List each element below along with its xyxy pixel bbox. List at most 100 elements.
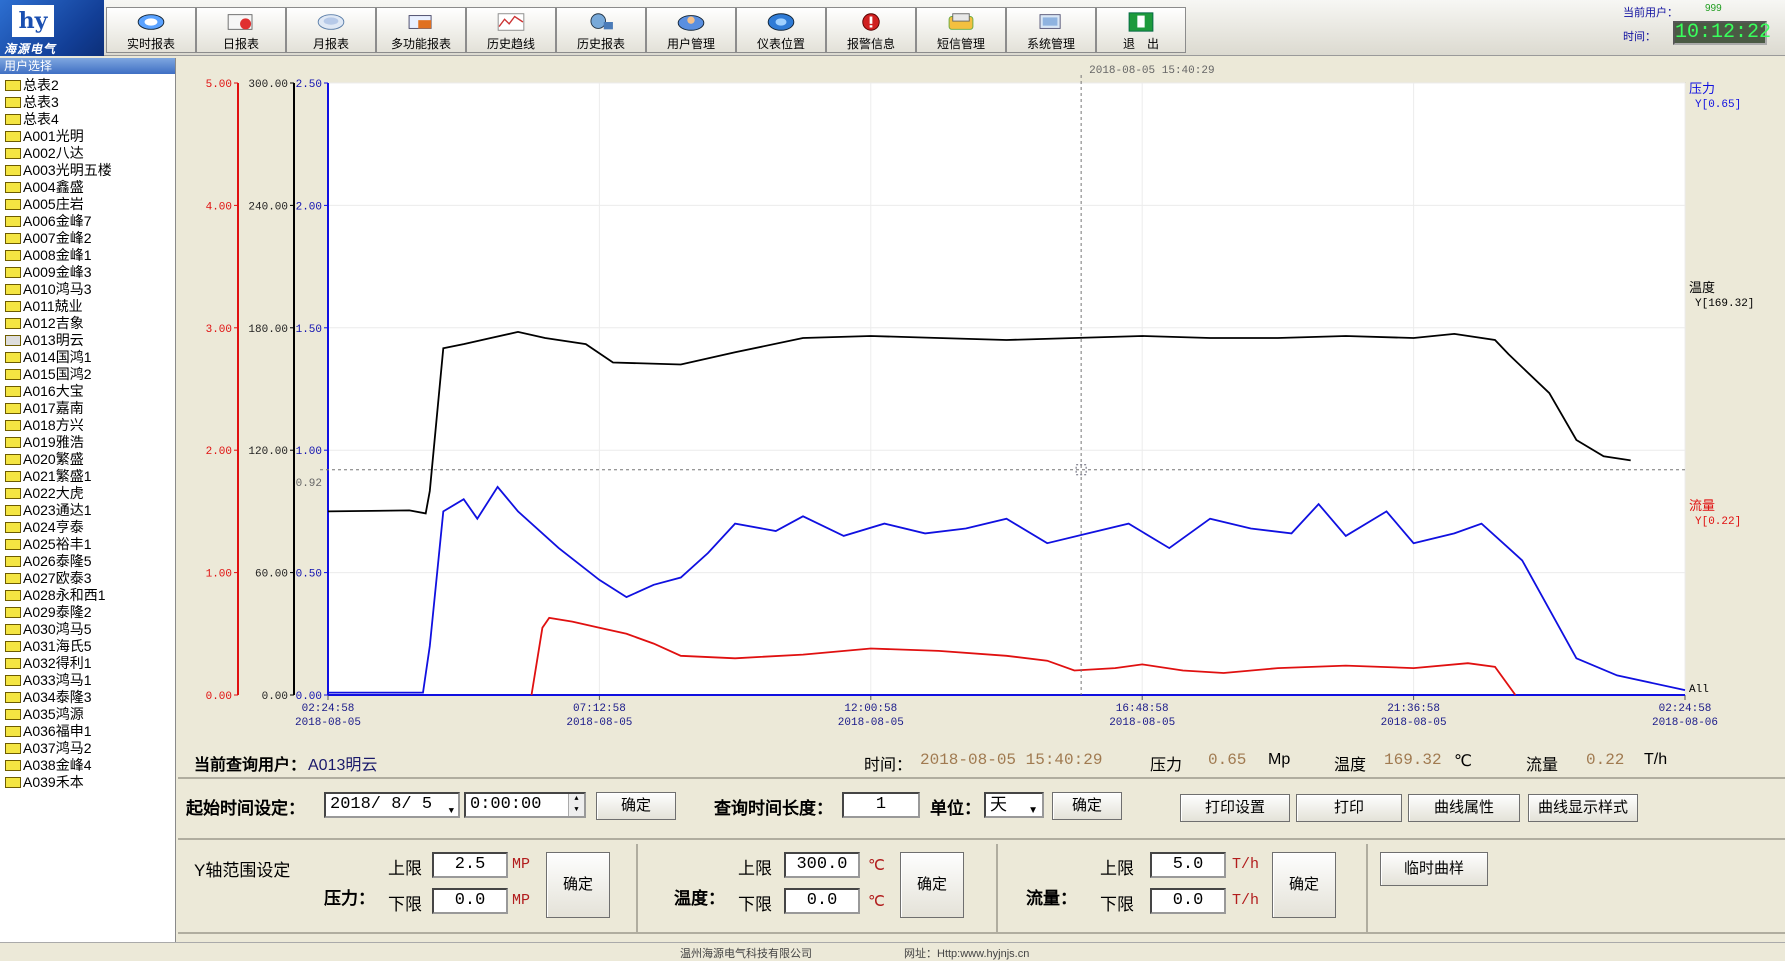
toolbar-button-11[interactable]: 退 出 bbox=[1096, 7, 1186, 53]
user-list-item[interactable]: A030鸿马5 bbox=[0, 621, 175, 638]
duration-confirm-button[interactable]: 确定 bbox=[1052, 792, 1122, 820]
user-list-item[interactable]: A020繁盛 bbox=[0, 451, 175, 468]
user-list-item[interactable]: A016大宝 bbox=[0, 383, 175, 400]
user-list-item[interactable]: A005庄岩 bbox=[0, 196, 175, 213]
toolbar-button-0[interactable]: 实时报表 bbox=[106, 7, 196, 53]
user-list-item[interactable]: A008金峰1 bbox=[0, 247, 175, 264]
user-list-item[interactable]: A028永和西1 bbox=[0, 587, 175, 604]
flow-upper-input[interactable]: 5.0 bbox=[1150, 852, 1226, 878]
user-list-label: A023通达1 bbox=[23, 502, 92, 518]
toolbar-button-1[interactable]: 日报表 bbox=[196, 7, 286, 53]
user-list-item[interactable]: A017嘉南 bbox=[0, 400, 175, 417]
user-list-item[interactable]: A023通达1 bbox=[0, 502, 175, 519]
pressure-confirm-button[interactable]: 确定 bbox=[546, 852, 610, 918]
start-confirm-button[interactable]: 确定 bbox=[596, 792, 676, 820]
x-date-label: 2018-08-06 bbox=[1652, 717, 1718, 729]
temp-confirm-button[interactable]: 确定 bbox=[900, 852, 964, 918]
temp-curve-button[interactable]: 临时曲样 bbox=[1380, 852, 1488, 886]
flow-upper-unit: T/h bbox=[1232, 856, 1260, 873]
pressure-upper-input[interactable]: 2.5 bbox=[432, 852, 508, 878]
user-list-item[interactable]: A006金峰7 bbox=[0, 213, 175, 230]
user-list-item[interactable]: A031海氏5 bbox=[0, 638, 175, 655]
user-list-item[interactable]: A033鸿马1 bbox=[0, 672, 175, 689]
user-list-item[interactable]: A018方兴 bbox=[0, 417, 175, 434]
user-list-item[interactable]: A029泰隆2 bbox=[0, 604, 175, 621]
user-list-item[interactable]: A002八达 bbox=[0, 145, 175, 162]
spin-down-icon[interactable]: ▼ bbox=[569, 805, 584, 816]
user-list-label: A020繁盛 bbox=[23, 451, 84, 467]
user-list-item[interactable]: A025裕丰1 bbox=[0, 536, 175, 553]
folder-icon bbox=[5, 267, 21, 278]
user-list-item[interactable]: A012吉象 bbox=[0, 315, 175, 332]
toolbar-button-6[interactable]: 用户管理 bbox=[646, 7, 736, 53]
user-list-item[interactable]: A039禾本 bbox=[0, 774, 175, 791]
spin-up-icon[interactable]: ▲ bbox=[569, 794, 584, 805]
user-list-item[interactable]: A010鸿马3 bbox=[0, 281, 175, 298]
date-dropdown-icon[interactable]: ▼ bbox=[449, 800, 454, 822]
y-range-controls: Y轴范围设定 压力： 上限 2.5 MP 下限 0.0 MP 确定 温度： 上限… bbox=[178, 838, 1785, 934]
user-list-item[interactable]: A011兢业 bbox=[0, 298, 175, 315]
start-date-picker[interactable]: 2018/ 8/ 5 ▼ bbox=[324, 792, 460, 818]
monthly-report-icon bbox=[317, 14, 345, 30]
user-list-item[interactable]: A009金峰3 bbox=[0, 264, 175, 281]
user-list-item[interactable]: A014国鸿1 bbox=[0, 349, 175, 366]
user-list-item[interactable]: A038金峰4 bbox=[0, 757, 175, 774]
folder-icon bbox=[5, 590, 21, 601]
user-list-item[interactable]: A036福申1 bbox=[0, 723, 175, 740]
temp-lower-input[interactable]: 0.0 bbox=[784, 888, 860, 914]
y-tick-label: 2.00 bbox=[206, 446, 232, 458]
user-list-label: A029泰隆2 bbox=[23, 604, 92, 620]
y-tick-label: 180.00 bbox=[248, 324, 288, 336]
curve-style-button[interactable]: 曲线显示样式 bbox=[1528, 794, 1638, 822]
duration-input[interactable]: 1 bbox=[842, 792, 920, 818]
toolbar-button-3[interactable]: 多功能报表 bbox=[376, 7, 466, 53]
unit-select[interactable]: 天 ▼ bbox=[984, 792, 1044, 818]
folder-icon bbox=[5, 80, 21, 91]
user-list-item[interactable]: A035鸿源 bbox=[0, 706, 175, 723]
flow-confirm-button[interactable]: 确定 bbox=[1272, 852, 1336, 918]
print-button[interactable]: 打印 bbox=[1296, 794, 1402, 822]
user-list-item[interactable]: 总表4 bbox=[0, 111, 175, 128]
toolbar-button-4[interactable]: 历史趋线 bbox=[466, 7, 556, 53]
user-list-item[interactable]: A024亨泰 bbox=[0, 519, 175, 536]
user-list-label: A012吉象 bbox=[23, 315, 84, 331]
user-list-item[interactable]: A026泰隆5 bbox=[0, 553, 175, 570]
flow-range-label: 流量： bbox=[1026, 889, 1077, 908]
toolbar: hy 海源电气 实时报表 日报表 月报表 多功能报表 历史趋线 历史报表 用户管理 仪表位置 报… bbox=[0, 0, 1785, 56]
time-spinner[interactable]: ▲ ▼ bbox=[568, 794, 584, 816]
curve-properties-button[interactable]: 曲线属性 bbox=[1408, 794, 1520, 822]
user-list-item[interactable]: A007金峰2 bbox=[0, 230, 175, 247]
user-list-item[interactable]: A004鑫盛 bbox=[0, 179, 175, 196]
user-list-label: A014国鸿1 bbox=[23, 349, 92, 365]
user-list-item[interactable]: 总表2 bbox=[0, 77, 175, 94]
user-list-item[interactable]: A019雅浩 bbox=[0, 434, 175, 451]
multi-report-icon bbox=[408, 15, 432, 29]
chart-svg[interactable]: 02:24:58 2018-08-05 07:12:58 2018-08-05 12:0… bbox=[178, 58, 1785, 741]
user-list-item[interactable]: A021繁盛1 bbox=[0, 468, 175, 485]
user-list-item[interactable]: A003光明五楼 bbox=[0, 162, 175, 179]
user-list-item[interactable]: A037鸿马2 bbox=[0, 740, 175, 757]
user-list-label: 总表3 bbox=[23, 94, 59, 110]
pressure-lower-input[interactable]: 0.0 bbox=[432, 888, 508, 914]
user-list-item[interactable]: A015国鸿2 bbox=[0, 366, 175, 383]
start-time-input[interactable]: 0:00:00 ▲ ▼ bbox=[464, 792, 586, 818]
user-list-item[interactable]: 总表3 bbox=[0, 94, 175, 111]
user-list-item[interactable]: A034泰隆3 bbox=[0, 689, 175, 706]
user-list-label: A004鑫盛 bbox=[23, 179, 84, 195]
toolbar-button-2[interactable]: 月报表 bbox=[286, 7, 376, 53]
user-list-item[interactable]: A001光明 bbox=[0, 128, 175, 145]
user-list-item[interactable]: A013明云 bbox=[0, 332, 175, 349]
toolbar-button-8[interactable]: 报警信息 bbox=[826, 7, 916, 53]
toolbar-button-5[interactable]: 历史报表 bbox=[556, 7, 646, 53]
toolbar-button-7[interactable]: 仪表位置 bbox=[736, 7, 826, 53]
trend-chart[interactable]: 02:24:58 2018-08-05 07:12:58 2018-08-05 12:0… bbox=[178, 58, 1785, 741]
user-list-item[interactable]: A027欧泰3 bbox=[0, 570, 175, 587]
toolbar-button-10[interactable]: 系统管理 bbox=[1006, 7, 1096, 53]
toolbar-button-9[interactable]: 短信管理 bbox=[916, 7, 1006, 53]
user-list-item[interactable]: A022大虎 bbox=[0, 485, 175, 502]
user-list-item[interactable]: A032得利1 bbox=[0, 655, 175, 672]
y-tick-label: 2.00 bbox=[296, 201, 322, 213]
print-setup-button[interactable]: 打印设置 bbox=[1180, 794, 1290, 822]
flow-lower-input[interactable]: 0.0 bbox=[1150, 888, 1226, 914]
temp-upper-input[interactable]: 300.0 bbox=[784, 852, 860, 878]
